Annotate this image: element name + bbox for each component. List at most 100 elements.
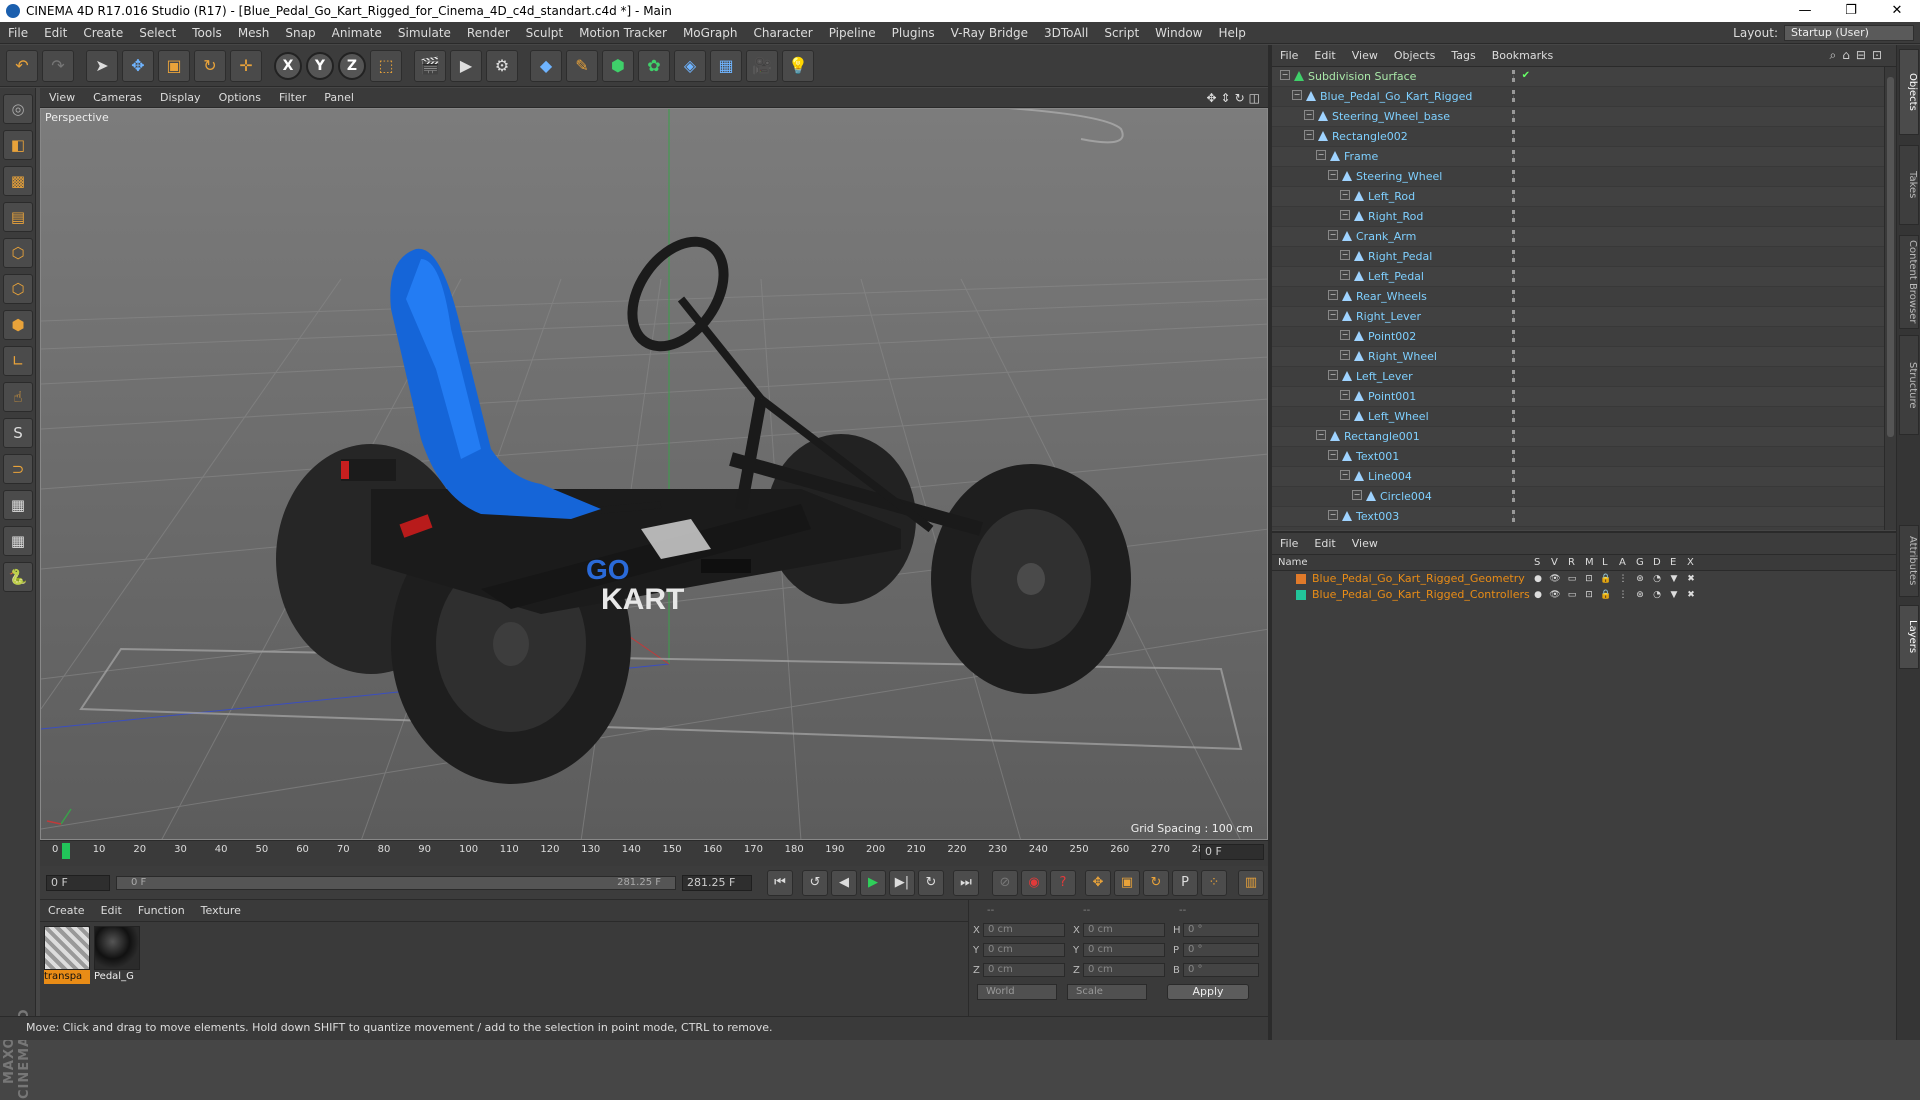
object-menu-bookmarks[interactable]: Bookmarks [1484, 49, 1561, 62]
layer-color-swatch[interactable] [1296, 590, 1306, 600]
object-manager-tool-icons[interactable]: ⌕⌂⊟⊡ [1830, 48, 1896, 63]
orbit-icon[interactable]: ↻ [1235, 91, 1245, 105]
expand-toggle-icon[interactable]: − [1340, 410, 1350, 420]
expand-toggle-icon[interactable]: − [1280, 70, 1290, 80]
viewport-menu-options[interactable]: Options [210, 91, 270, 104]
object-row[interactable]: − Left_Wheel [1272, 407, 1896, 427]
maximize-button[interactable]: ❐ [1828, 0, 1874, 22]
viewport-menu-panel[interactable]: Panel [315, 91, 363, 104]
grid-snap-icon[interactable]: ▦ [3, 526, 33, 556]
layer-flag-icon[interactable]: ▭ [1566, 589, 1578, 601]
coord-position-z[interactable]: 0 cm [983, 963, 1065, 977]
layer-column-r[interactable]: R [1568, 557, 1575, 568]
expand-toggle-icon[interactable]: − [1328, 510, 1338, 520]
visibility-dots-icon[interactable] [1512, 70, 1516, 82]
expand-toggle-icon[interactable]: − [1292, 90, 1302, 100]
object-row[interactable]: − Rectangle001 [1272, 427, 1896, 447]
layer-column-name[interactable]: Name [1278, 557, 1308, 568]
visibility-dots-icon[interactable] [1512, 290, 1516, 302]
rotate-icon[interactable]: ↻ [194, 49, 226, 82]
expand-toggle-icon[interactable]: − [1340, 250, 1350, 260]
layer-flag-icon[interactable]: ⊡ [1583, 589, 1595, 601]
menu-plugins[interactable]: Plugins [884, 26, 943, 40]
light-icon[interactable]: 💡 [782, 49, 814, 82]
visibility-dots-icon[interactable] [1512, 230, 1516, 242]
object-row[interactable]: − Left_Pedal [1272, 267, 1896, 287]
menu-select[interactable]: Select [131, 26, 184, 40]
coord-mode-dropdown[interactable]: World [977, 984, 1057, 1000]
tab-attributes[interactable]: Attributes [1899, 525, 1919, 597]
layer-menu-file[interactable]: File [1272, 537, 1306, 550]
layer-menu-view[interactable]: View [1344, 537, 1386, 550]
x-axis-icon[interactable]: X [274, 51, 302, 80]
python-icon[interactable]: 🐍 [3, 562, 33, 592]
layer-flag-icon[interactable]: ● [1532, 589, 1544, 601]
layer-flag-icon[interactable]: ✖ [1685, 573, 1697, 585]
zoom-icon[interactable]: ⇕ [1221, 91, 1231, 105]
visibility-dots-icon[interactable] [1512, 350, 1516, 362]
key-position-icon[interactable]: ✥ [1085, 869, 1111, 896]
key-rotation-icon[interactable]: ↻ [1143, 869, 1169, 896]
expand-toggle-icon[interactable]: − [1304, 110, 1314, 120]
layer-column-l[interactable]: L [1602, 557, 1608, 568]
viewport-menu-display[interactable]: Display [151, 91, 210, 104]
coord-size-mode-dropdown[interactable]: Scale [1067, 984, 1147, 1000]
object-row[interactable]: − Steering_Wheel_base [1272, 107, 1896, 127]
layer-flag-icon[interactable]: ◔ [1651, 589, 1663, 601]
current-frame-field[interactable]: 0 F [1200, 844, 1264, 860]
cube-icon[interactable]: ◆ [530, 49, 562, 82]
edges-mode-icon[interactable]: ⬡ [3, 274, 33, 304]
key-param-icon[interactable]: P [1172, 869, 1198, 896]
tab-structure[interactable]: Structure [1899, 335, 1919, 435]
timeline-window-icon[interactable]: ▥ [1238, 869, 1264, 896]
object-row[interactable]: − Frame [1272, 147, 1896, 167]
key-pla-icon[interactable]: ⁘ [1201, 869, 1227, 896]
object-row[interactable]: − Blue_Pedal_Go_Kart_Rigged [1272, 87, 1896, 107]
object-row[interactable]: − Right_Rod [1272, 207, 1896, 227]
expand-toggle-icon[interactable]: − [1340, 330, 1350, 340]
object-row[interactable]: − Point001 [1272, 387, 1896, 407]
tab-objects[interactable]: Objects [1899, 49, 1919, 135]
expand-toggle-icon[interactable]: − [1328, 310, 1338, 320]
layer-flag-icon[interactable]: ⋮ [1617, 589, 1629, 601]
material-transpa[interactable]: transpa [44, 926, 90, 984]
menu-window[interactable]: Window [1147, 26, 1210, 40]
coord-position-y[interactable]: 0 cm [983, 943, 1065, 957]
object-row[interactable]: − Point002 [1272, 327, 1896, 347]
render-region-icon[interactable]: 🎬 [414, 49, 446, 82]
layout-toggle-icon[interactable]: ◫ [1249, 91, 1260, 105]
move-icon[interactable]: ✥ [122, 49, 154, 82]
layer-flag-icon[interactable]: 🔒 [1600, 589, 1612, 601]
expand-toggle-icon[interactable]: − [1304, 130, 1314, 140]
menu-snap[interactable]: Snap [277, 26, 323, 40]
coord-rotation-h[interactable]: 0 ° [1183, 923, 1259, 937]
visibility-dots-icon[interactable] [1512, 150, 1516, 162]
visibility-dots-icon[interactable] [1512, 450, 1516, 462]
object-row[interactable]: − Circle004 [1272, 487, 1896, 507]
object-row[interactable]: − Right_Wheel [1272, 347, 1896, 367]
visibility-dots-icon[interactable] [1512, 490, 1516, 502]
expand-toggle-icon[interactable]: − [1328, 450, 1338, 460]
render-settings-icon[interactable]: ⚙ [486, 49, 518, 82]
close-button[interactable]: ✕ [1874, 0, 1920, 22]
floor-icon[interactable]: ▦ [710, 49, 742, 82]
menu-render[interactable]: Render [459, 26, 518, 40]
object-row[interactable]: − Text003 [1272, 507, 1896, 527]
pan-icon[interactable]: ✥ [1206, 91, 1216, 105]
visibility-dots-icon[interactable] [1512, 470, 1516, 482]
layer-flag-icon[interactable]: ⊛ [1634, 589, 1646, 601]
visibility-dots-icon[interactable] [1512, 110, 1516, 122]
magnet-icon[interactable]: ⊃ [3, 454, 33, 484]
coord-position-x[interactable]: 0 cm [983, 923, 1065, 937]
y-axis-icon[interactable]: Y [306, 51, 334, 80]
expand-toggle-icon[interactable]: − [1340, 350, 1350, 360]
expand-toggle-icon[interactable]: − [1328, 290, 1338, 300]
object-row[interactable]: − Rear_Wheels [1272, 287, 1896, 307]
z-axis-icon[interactable]: Z [338, 51, 366, 80]
menu-mograph[interactable]: MoGraph [675, 26, 746, 40]
live-select-icon[interactable]: ✛ [230, 49, 262, 82]
subdivision-icon[interactable]: ⬢ [602, 49, 634, 82]
visibility-dots-icon[interactable] [1512, 330, 1516, 342]
camera-icon[interactable]: 🎥 [746, 49, 778, 82]
snapping-icon[interactable]: S [3, 418, 33, 448]
